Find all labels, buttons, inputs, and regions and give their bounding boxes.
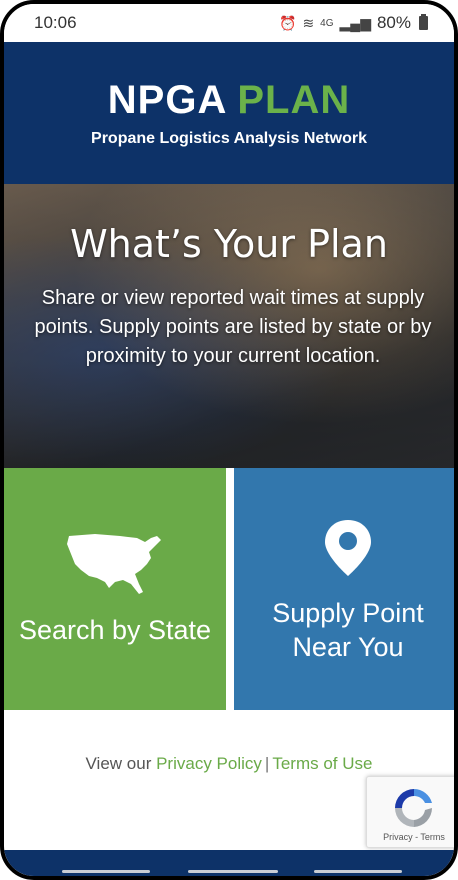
network-type: 4G xyxy=(320,17,334,29)
nav-pill-right xyxy=(314,870,402,873)
status-icons: ⏰ ≋ 4G ▂▄▆ 80% xyxy=(279,13,428,33)
recaptcha-text: Privacy - Terms xyxy=(383,832,445,842)
brand-tagline: Propane Logistics Analysis Network xyxy=(91,130,367,147)
hero-banner: What’s Your Plan Share or view reported … xyxy=(4,184,454,468)
tile-label-line1: Supply Point xyxy=(272,598,424,628)
wifi-icon: ≋ xyxy=(302,14,315,31)
status-time: 10:06 xyxy=(34,13,77,32)
tile-label-line2: Near You xyxy=(292,632,404,662)
location-pin-icon xyxy=(325,520,371,576)
signal-icon: ▂▄▆ xyxy=(339,14,371,31)
usa-map-icon xyxy=(67,534,161,594)
bottom-nav-bar xyxy=(4,850,454,876)
supply-point-near-you-label: Supply Point Near You xyxy=(234,596,454,664)
recaptcha-badge[interactable]: Privacy - Terms xyxy=(366,776,454,848)
nav-pill-center xyxy=(188,870,278,873)
nav-pill-left xyxy=(62,870,150,873)
app-header: NPGA PLAN Propane Logistics Analysis Netw… xyxy=(4,42,454,184)
status-bar: 10:06 ⏰ ≋ 4G ▂▄▆ 80% xyxy=(4,4,454,42)
battery-percent: 80% xyxy=(376,13,411,32)
battery-icon xyxy=(419,14,428,30)
brand-logo[interactable]: NPGA PLAN xyxy=(4,78,454,123)
brand-primary: NPGA xyxy=(107,78,228,122)
supply-point-near-you-button[interactable]: Supply Point Near You xyxy=(234,468,454,710)
footer-prefix: View our xyxy=(85,754,152,773)
phone-frame: 10:06 ⏰ ≋ 4G ▂▄▆ 80% NPGA PLAN Propane Lo… xyxy=(0,0,458,880)
hero-description: Share or view reported wait times at sup… xyxy=(34,287,432,367)
hero-title: What’s Your Plan xyxy=(70,222,388,266)
search-by-state-label: Search by State xyxy=(18,615,212,645)
terms-of-use-link[interactable]: Terms of Use xyxy=(272,754,372,773)
search-by-state-button[interactable]: Search by State xyxy=(4,468,226,710)
alarm-icon: ⏰ xyxy=(279,14,297,31)
footer-links: View our Privacy Policy | Terms of Use xyxy=(4,754,454,774)
brand-secondary: PLAN xyxy=(237,78,351,122)
privacy-policy-link[interactable]: Privacy Policy xyxy=(156,754,262,773)
recaptcha-icon xyxy=(395,789,433,827)
footer-separator: | xyxy=(264,754,270,773)
